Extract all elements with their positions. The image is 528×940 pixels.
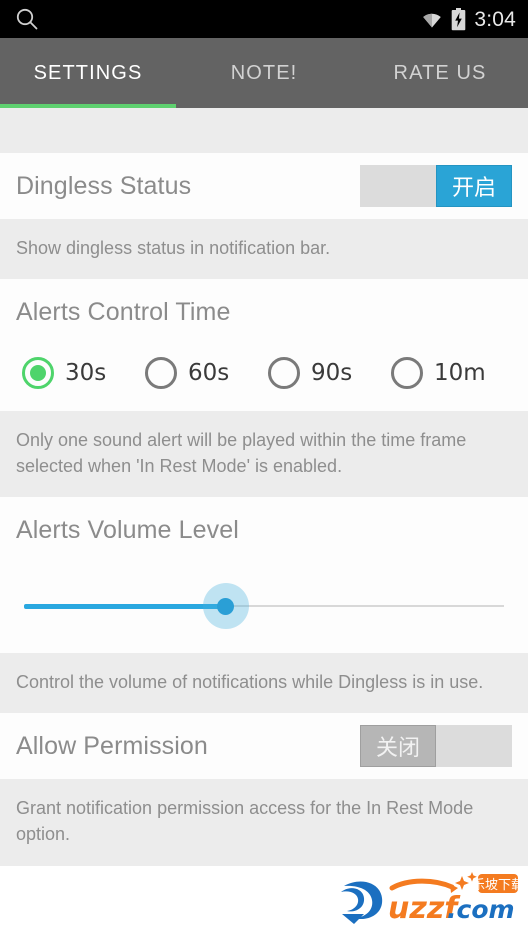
radio-dot-30s bbox=[22, 357, 54, 390]
slider-fill bbox=[24, 604, 226, 610]
radio-dot-90s bbox=[268, 357, 300, 390]
setting-row-alerts-control-time: Alerts Control Time bbox=[0, 279, 528, 346]
radio-label-90s: 90s bbox=[311, 360, 353, 387]
tab-rate-us[interactable]: RATE US bbox=[352, 38, 528, 108]
search-icon[interactable] bbox=[14, 6, 40, 32]
tab-rate-us-label: RATE US bbox=[393, 61, 487, 84]
alerts-volume-slider-row bbox=[0, 563, 528, 654]
radio-option-10m[interactable]: 10m bbox=[391, 357, 514, 390]
status-bar-left bbox=[14, 6, 40, 32]
radio-option-90s[interactable]: 90s bbox=[268, 357, 391, 390]
radio-label-30s: 30s bbox=[65, 360, 107, 387]
radio-label-10m: 10m bbox=[434, 360, 486, 387]
alerts-volume-level-title: Alerts Volume Level bbox=[16, 515, 239, 544]
svg-text:.com: .com bbox=[447, 895, 515, 924]
watermark-wordmark: uzzf .com 乐坡下载 bbox=[388, 872, 520, 926]
wifi-icon bbox=[420, 10, 444, 29]
allow-permission-toggle-thumb: 关闭 bbox=[360, 725, 436, 768]
status-bar-clock: 3:04 bbox=[474, 7, 516, 31]
watermark-mark bbox=[341, 881, 383, 924]
watermark-chinese-label: 乐坡下载 bbox=[472, 878, 520, 893]
tab-note[interactable]: NOTE! bbox=[176, 38, 352, 108]
allow-permission-title: Allow Permission bbox=[16, 731, 208, 760]
tab-settings[interactable]: SETTINGS bbox=[0, 38, 176, 108]
alerts-volume-slider[interactable] bbox=[24, 583, 504, 630]
allow-permission-toggle[interactable]: 关闭 bbox=[360, 725, 512, 768]
radio-label-60s: 60s bbox=[188, 360, 230, 387]
radio-option-60s[interactable]: 60s bbox=[145, 357, 268, 390]
alerts-control-time-radio-group: 30s 60s 90s 10m bbox=[0, 345, 528, 412]
dingless-status-toggle-thumb: 开启 bbox=[436, 165, 512, 207]
dingless-status-title: Dingless Status bbox=[16, 171, 192, 200]
tab-note-label: NOTE! bbox=[230, 61, 298, 84]
allow-permission-description: Grant notification permission access for… bbox=[0, 779, 528, 866]
tab-bar: SETTINGS NOTE! RATE US bbox=[0, 38, 528, 108]
alerts-volume-level-description: Control the volume of notifications whil… bbox=[0, 653, 528, 714]
setting-row-allow-permission: Allow Permission 关闭 bbox=[0, 713, 528, 780]
status-bar: 3:04 bbox=[0, 0, 528, 38]
radio-dot-10m bbox=[391, 357, 423, 390]
radio-dot-60s bbox=[145, 357, 177, 390]
battery-charging-icon bbox=[451, 7, 466, 31]
radio-option-30s[interactable]: 30s bbox=[22, 357, 145, 390]
app-screen: 3:04 SETTINGS NOTE! RATE US Dingless Sta… bbox=[0, 0, 528, 940]
alerts-control-time-title: Alerts Control Time bbox=[16, 297, 231, 326]
setting-row-dingless-status: Dingless Status 开启 bbox=[0, 153, 528, 219]
alerts-control-time-description: Only one sound alert will be played with… bbox=[0, 411, 528, 498]
top-spacer-band bbox=[0, 108, 528, 153]
status-bar-right: 3:04 bbox=[420, 7, 516, 31]
tab-settings-label: SETTINGS bbox=[33, 61, 143, 84]
dingless-status-description: Show dingless status in notification bar… bbox=[0, 219, 528, 280]
setting-row-alerts-volume-level: Alerts Volume Level bbox=[0, 497, 528, 564]
svg-text:uzzf: uzzf bbox=[388, 891, 461, 926]
uzzf-watermark-logo: uzzf .com 乐坡下载 bbox=[330, 868, 520, 934]
dingless-status-toggle[interactable]: 开启 bbox=[360, 165, 512, 207]
slider-thumb[interactable] bbox=[217, 597, 235, 615]
